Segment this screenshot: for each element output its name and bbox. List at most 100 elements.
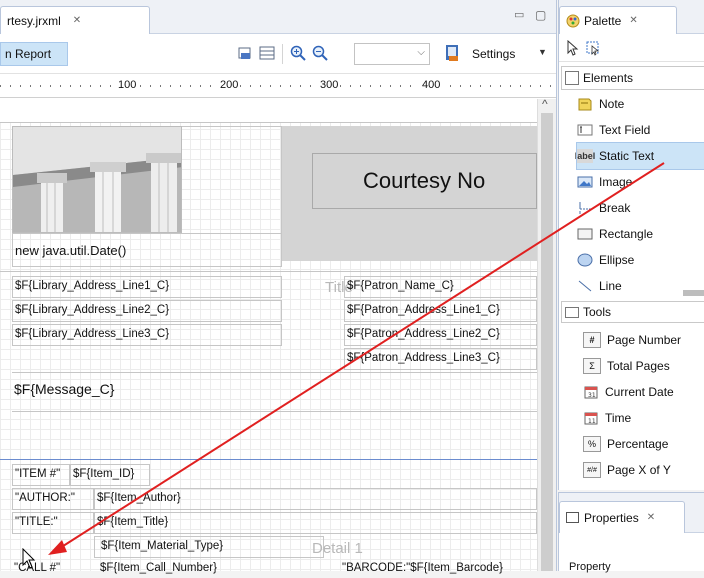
settings-dropdown-icon[interactable]: ▼ (538, 47, 547, 57)
palette-title: Palette (584, 13, 622, 28)
line-icon (577, 279, 593, 293)
logo-image[interactable] (12, 126, 182, 233)
ruler-label: 300 (318, 79, 341, 91)
minimize-icon[interactable]: ▭ (514, 8, 524, 21)
palette-tab-bar: Palette ✕ (559, 0, 704, 34)
layout-icon[interactable] (259, 45, 275, 61)
patron-address-line3[interactable]: $F{Patron_Address_Line3_C} (344, 348, 537, 370)
item-id-field[interactable]: $F{Item_ID} (70, 464, 150, 486)
note-icon (577, 97, 593, 111)
palette-tool-row (559, 34, 704, 62)
elements-header-label: Elements (583, 71, 634, 85)
properties-pane: Properties ✕ Property (558, 492, 704, 573)
editor-tab-title: rtesy.jrxml (7, 13, 61, 28)
tools-drawer-header[interactable]: Tools (561, 301, 704, 323)
editor-tab[interactable]: rtesy.jrxml ✕ (0, 6, 150, 34)
palette-item-rectangle[interactable]: Rectangle (577, 221, 704, 247)
settings-icon[interactable] (444, 44, 462, 62)
library-address-line2[interactable]: $F{Library_Address_Line2_C} (12, 300, 282, 322)
calendar-icon: 31 (583, 385, 599, 399)
palette-item-percentage[interactable]: % Percentage (583, 431, 704, 457)
vertical-scrollbar[interactable]: ^ (537, 97, 556, 571)
ruler-label: 100 (116, 79, 139, 91)
zoom-in-icon[interactable] (290, 45, 306, 61)
drawer-icon (565, 71, 579, 85)
building-columns-icon (13, 127, 181, 232)
palette-item-ellipse[interactable]: Ellipse (577, 247, 704, 273)
author-label[interactable]: "AUTHOR:" (12, 488, 94, 510)
patron-address-line1[interactable]: $F{Patron_Address_Line1_C} (344, 300, 537, 322)
editor-tab-bar: rtesy.jrxml ✕ ▭ ▢ (0, 0, 556, 34)
palette-item-page-number[interactable]: # Page Number (583, 327, 704, 353)
barcode-field[interactable]: "BARCODE:"$F{Item_Barcode} (340, 562, 537, 578)
maximize-icon[interactable]: ▢ (535, 8, 546, 22)
mouse-cursor-icon (22, 548, 36, 569)
patron-name[interactable]: $F{Patron_Name_C} (344, 276, 537, 298)
palette-item-static-text[interactable]: label Static Text (574, 142, 704, 170)
material-type-field[interactable]: $F{Item_Material_Type} (94, 536, 324, 558)
message-field-box[interactable]: $F{Message_C} (12, 372, 537, 412)
palette-item-note[interactable]: Note (577, 91, 704, 117)
hash-icon: # (583, 332, 601, 348)
message-field: $F{Message_C} (14, 381, 115, 397)
elements-drawer-header[interactable]: Elements (561, 66, 704, 90)
close-icon[interactable]: ✕ (647, 512, 655, 523)
close-icon[interactable]: ✕ (73, 15, 81, 26)
editor-pane: rtesy.jrxml ✕ ▭ ▢ n Report ⌵ Settings ▼ … (0, 0, 557, 574)
detail-band-separator (0, 459, 537, 460)
scroll-up-icon[interactable]: ^ (542, 97, 548, 111)
calendar-time-icon: 11 (583, 411, 599, 425)
zoom-combo[interactable]: ⌵ (354, 43, 430, 65)
ruler-ticks (0, 85, 556, 87)
detail-band-label: Detail 1 (312, 540, 363, 557)
image-icon (577, 175, 593, 189)
rectangle-icon (577, 227, 593, 241)
marquee-select-icon[interactable] (585, 40, 601, 56)
scrollbar-thumb[interactable] (541, 113, 553, 571)
palette-item-total-pages[interactable]: Σ Total Pages (583, 353, 704, 379)
patron-address-line2[interactable]: $F{Patron_Address_Line2_C} (344, 324, 537, 346)
ruler-label: 400 (420, 79, 443, 91)
palette-item-break[interactable]: Break (577, 195, 704, 221)
properties-title: Properties (584, 510, 639, 525)
palette-item-image[interactable]: Image (577, 169, 704, 195)
break-icon (577, 201, 593, 215)
close-icon[interactable]: ✕ (629, 15, 637, 26)
page-x-of-y-icon: #/# (583, 462, 601, 478)
title-label[interactable]: "TITLE:" (12, 512, 94, 534)
call-number-field[interactable]: $F{Item_Call_Number} (94, 562, 294, 578)
palette-item-page-x-of-y[interactable]: #/# Page X of Y (583, 457, 704, 483)
tools-list: # Page Number Σ Total Pages 31 Current Date… (583, 327, 704, 487)
sigma-icon: Σ (583, 358, 601, 374)
editor-toolbar: n Report ⌵ Settings ▼ (0, 34, 556, 74)
percent-icon: % (583, 436, 601, 452)
palette-tab[interactable]: Palette ✕ (559, 6, 677, 34)
select-arrow-icon[interactable] (567, 40, 579, 56)
elements-scroll-thumb[interactable] (683, 290, 704, 296)
date-field-box[interactable]: new java.util.Date() (12, 233, 282, 267)
report-title-text: Courtesy No (363, 168, 486, 193)
palette-item-current-date[interactable]: 31 Current Date (583, 379, 704, 405)
chevron-down-icon: ⌵ (417, 47, 425, 58)
properties-tab[interactable]: Properties ✕ (559, 501, 685, 533)
datasource-icon[interactable] (238, 45, 254, 61)
palette-icon (566, 14, 580, 27)
toolbar-separator (282, 44, 283, 64)
palette-item-text-field[interactable]: Text Field (577, 117, 704, 143)
svg-text:31: 31 (588, 392, 596, 399)
report-design-tab[interactable]: n Report (0, 42, 68, 66)
item-label[interactable]: "ITEM #" (12, 464, 70, 486)
static-text-icon: label (574, 149, 596, 163)
settings-label[interactable]: Settings (472, 47, 515, 61)
zoom-out-icon[interactable] (312, 45, 328, 61)
author-field[interactable]: $F{Item_Author} (94, 488, 537, 510)
drawer-icon (565, 306, 579, 318)
title-text-box[interactable]: Courtesy No (312, 153, 537, 209)
title-field[interactable]: $F{Item_Title} (94, 512, 537, 534)
library-address-line1[interactable]: $F{Library_Address_Line1_C} (12, 276, 282, 298)
ruler-label: 200 (218, 79, 241, 91)
properties-icon (566, 512, 579, 523)
band-separator (0, 271, 537, 272)
palette-item-time[interactable]: 11 Time (583, 405, 704, 431)
library-address-line3[interactable]: $F{Library_Address_Line3_C} (12, 324, 282, 346)
